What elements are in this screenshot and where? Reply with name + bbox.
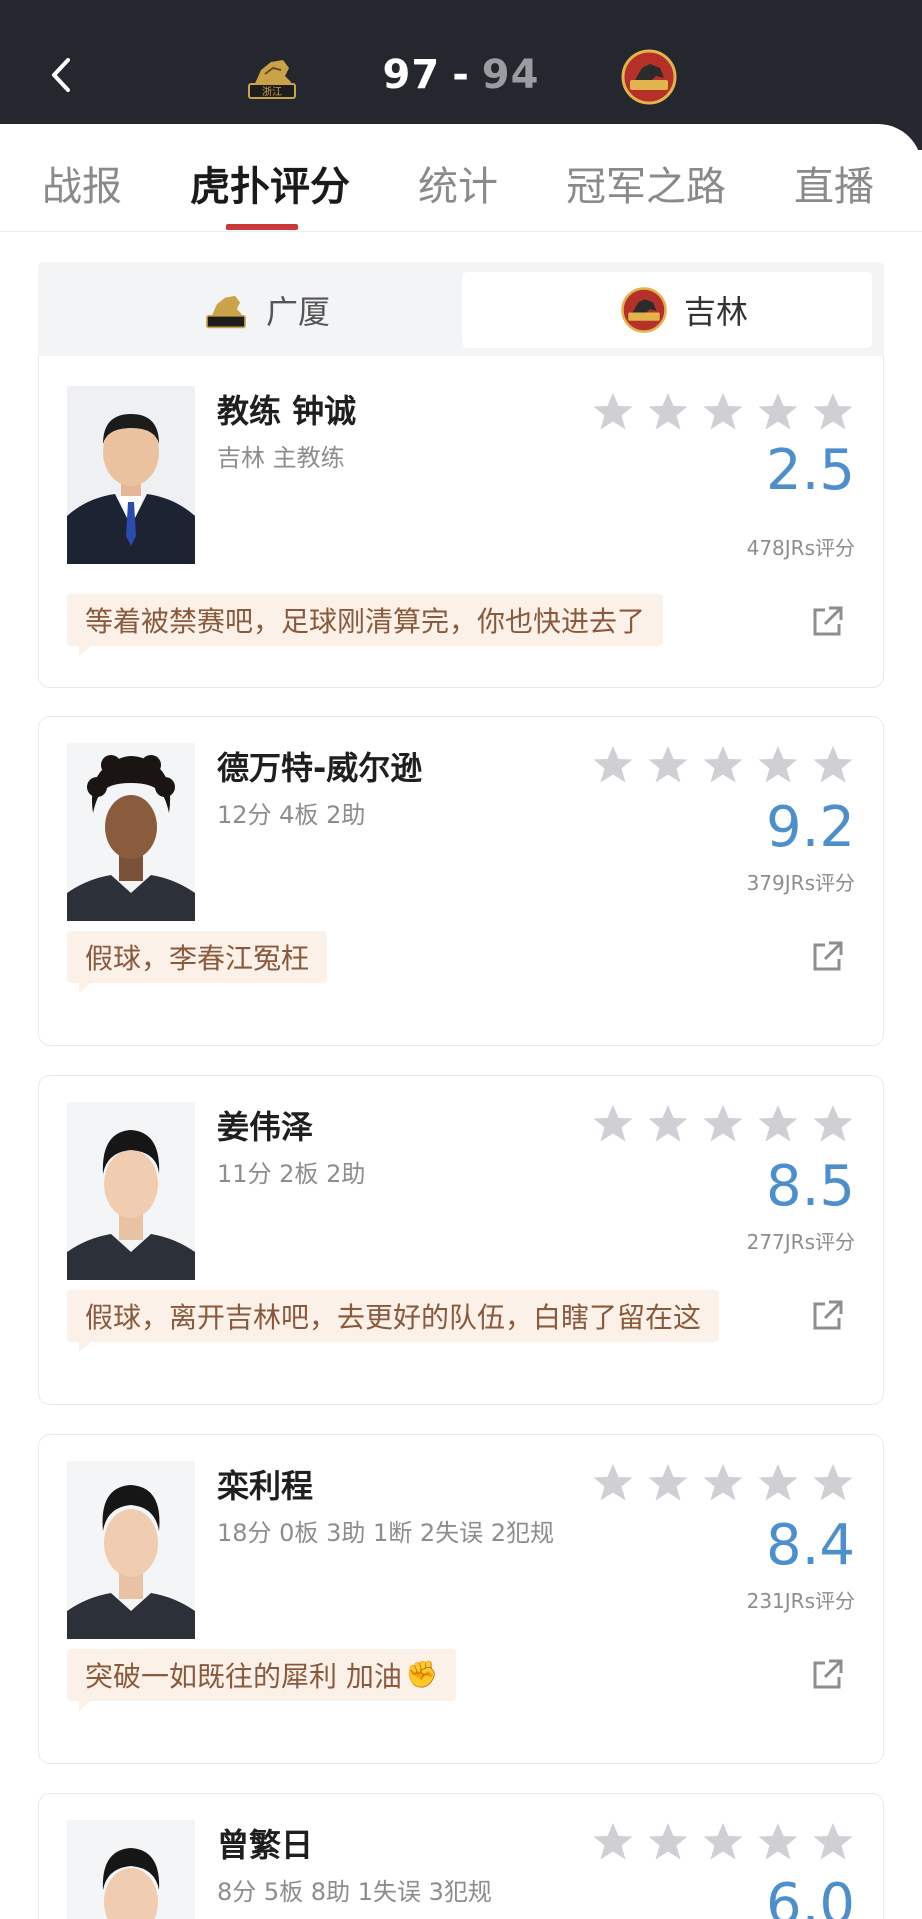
jilin-logo-icon (621, 287, 667, 333)
star-icon[interactable] (701, 1102, 745, 1146)
tab-hupu-rating[interactable]: 虎扑评分 (190, 154, 350, 212)
star-icon[interactable] (756, 390, 800, 434)
rating-stars (591, 743, 855, 787)
player-stat-line: 11分 2板 2助 (217, 1160, 366, 1188)
tab-live[interactable]: 直播 (794, 154, 874, 212)
guangsha-logo-icon (206, 295, 246, 329)
player-name: 栾利程 (217, 1467, 314, 1505)
star-icon[interactable] (811, 1820, 855, 1864)
player-name: 德万特-威尔逊 (217, 749, 423, 787)
player-card[interactable]: 德万特-威尔逊 12分 4板 2助 9.2 379JRs评分 假球，李春江冤枉 (38, 716, 884, 1046)
rating-score: 9.2 (765, 795, 855, 860)
player-stat-line: 吉林 主教练 (217, 444, 345, 472)
player-name: 教练 钟诚 (217, 392, 357, 430)
share-icon[interactable] (809, 939, 845, 975)
team-option-label: 吉林 (684, 293, 749, 331)
star-icon[interactable] (701, 1461, 745, 1505)
tab-stats[interactable]: 统计 (418, 154, 498, 212)
tab-champion-road[interactable]: 冠军之路 (566, 154, 726, 212)
star-icon[interactable] (591, 390, 635, 434)
star-icon[interactable] (811, 1461, 855, 1505)
rating-stars (591, 1102, 855, 1146)
share-icon[interactable] (809, 1657, 845, 1693)
star-icon[interactable] (701, 743, 745, 787)
rating-stars (591, 390, 855, 434)
rating-count: 231JRs评分 (746, 1589, 855, 1613)
team-option-guangsha[interactable]: 广厦 (48, 272, 458, 348)
star-icon[interactable] (591, 1820, 635, 1864)
player-stat-line: 18分 0板 3助 1断 2失误 2犯规 (217, 1519, 555, 1547)
rating-stars (591, 1820, 855, 1864)
comment-text: 突破一如既往的犀利 加油 (85, 1660, 402, 1693)
player-photo (67, 1820, 195, 1919)
hot-comment[interactable]: 等着被禁赛吧，足球刚清算完，你也快进去了 (67, 594, 664, 656)
star-icon[interactable] (756, 1461, 800, 1505)
star-icon[interactable] (756, 1102, 800, 1146)
star-icon[interactable] (591, 743, 635, 787)
player-photo (67, 386, 195, 564)
hot-comment[interactable]: 假球，离开吉林吧，去更好的队伍，白瞎了留在这 (67, 1290, 720, 1352)
tab-report[interactable]: 战报 (42, 154, 122, 212)
star-icon[interactable] (591, 1102, 635, 1146)
comment-text: 假球，离开吉林吧，去更好的队伍，白瞎了留在这 (85, 1301, 702, 1334)
tab-bar: 战报 虎扑评分 统计 冠军之路 直播 (0, 128, 922, 232)
player-name: 姜伟泽 (217, 1108, 314, 1146)
hot-comment[interactable]: 突破一如既往的犀利 加油 ✊ (67, 1649, 457, 1711)
rating-score: 8.5 (765, 1154, 855, 1219)
rating-score: 6.0 (765, 1872, 855, 1919)
player-stat-line: 8分 5板 8助 1失误 3犯规 (217, 1878, 492, 1906)
share-icon[interactable] (809, 604, 845, 640)
fist-emoji-icon: ✊ (405, 1660, 439, 1690)
comment-text: 假球，李春江冤枉 (85, 942, 310, 975)
player-card[interactable]: 曾繁日 8分 5板 8助 1失误 3犯规 6.0 (38, 1793, 884, 1919)
star-icon[interactable] (811, 390, 855, 434)
player-card[interactable]: 教练 钟诚 吉林 主教练 2.5 478JRs评分 等着被禁赛吧，足球刚清算完，… (38, 356, 884, 688)
star-icon[interactable] (646, 1820, 690, 1864)
star-icon[interactable] (646, 1102, 690, 1146)
star-icon[interactable] (646, 743, 690, 787)
rating-count: 379JRs评分 (746, 871, 855, 895)
player-photo (67, 1102, 195, 1280)
player-name: 曾繁日 (217, 1826, 314, 1864)
rating-count: 277JRs评分 (746, 1230, 855, 1254)
player-photo (67, 1461, 195, 1639)
team-switcher: 广厦 吉林 (38, 262, 884, 358)
active-tab-indicator (226, 224, 298, 230)
team-option-label: 广厦 (266, 293, 331, 331)
share-icon[interactable] (809, 1298, 845, 1334)
rating-stars (591, 1461, 855, 1505)
star-icon[interactable] (591, 1461, 635, 1505)
rating-count: 478JRs评分 (746, 536, 855, 560)
player-stat-line: 12分 4板 2助 (217, 801, 366, 829)
rating-score: 8.4 (765, 1513, 855, 1578)
rating-score: 2.5 (765, 438, 855, 503)
star-icon[interactable] (646, 390, 690, 434)
home-score: 97 (382, 52, 441, 98)
star-icon[interactable] (701, 390, 745, 434)
player-photo (67, 743, 195, 921)
comment-text: 等着被禁赛吧，足球刚清算完，你也快进去了 (85, 605, 646, 638)
star-icon[interactable] (756, 743, 800, 787)
player-card[interactable]: 姜伟泽 11分 2板 2助 8.5 277JRs评分 假球，离开吉林吧，去更好的… (38, 1075, 884, 1405)
player-card[interactable]: 栾利程 18分 0板 3助 1断 2失误 2犯规 8.4 231JRs评分 突破… (38, 1434, 884, 1764)
star-icon[interactable] (646, 1461, 690, 1505)
star-icon[interactable] (756, 1820, 800, 1864)
team-option-jilin[interactable]: 吉林 (462, 272, 872, 348)
star-icon[interactable] (811, 743, 855, 787)
star-icon[interactable] (811, 1102, 855, 1146)
hot-comment[interactable]: 假球，李春江冤枉 (67, 931, 328, 993)
away-score: 94 (481, 52, 540, 98)
jilin-logo-icon[interactable] (620, 48, 678, 106)
score-separator: - (452, 52, 470, 98)
star-icon[interactable] (701, 1820, 745, 1864)
score-display: 97-94 (0, 52, 922, 98)
